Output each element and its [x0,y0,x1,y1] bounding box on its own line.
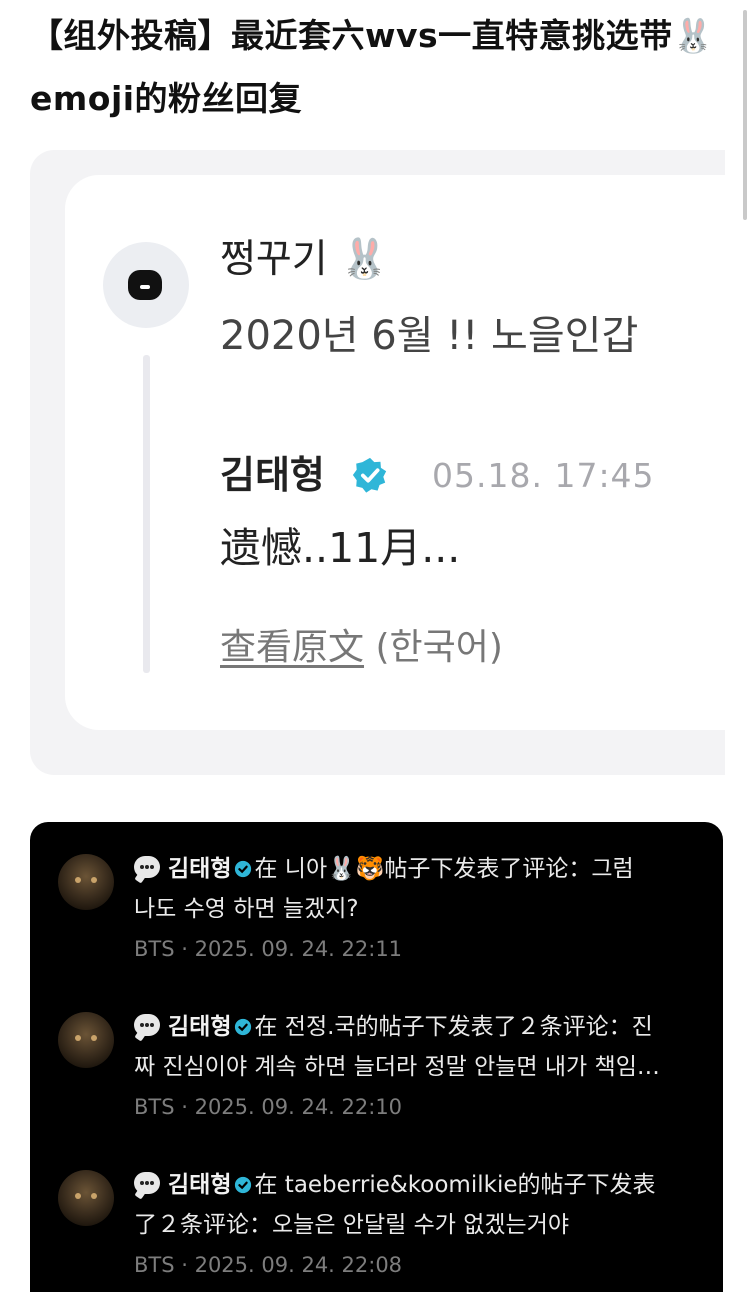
view-original-label[interactable]: 查看原文 [220,627,364,668]
speech-bubble-icon [134,856,160,878]
thread-line [143,355,150,673]
speech-bubble-icon [134,1014,160,1036]
comment-text: 나도 수영 하면 늘겠지? [134,896,359,922]
comment-meta: BTS · 2025. 09. 24. 22:11 [134,937,403,961]
list-item[interactable]: 김태형 在 taeberrie&koomilkie的帖子下发表 了２条评论：오늘은… [30,1138,723,1298]
comment-summary: 在 니아🐰🐯帖子下发表了评论：그럼 [254,856,634,882]
avatar[interactable] [58,1012,114,1068]
avatar[interactable] [58,1170,114,1226]
comment-meta: BTS · 2025. 09. 24. 22:08 [134,1253,403,1277]
article-headline: 【组外投稿】最近套六wvs一直特意挑选带🐰emoji的粉丝回复 [30,16,715,118]
scrollbar[interactable] [743,10,747,220]
verified-badge-icon [235,860,252,878]
view-original-link[interactable]: 查看原文 (한국어) [220,620,503,676]
reply-text: 遗憾..11月... [220,524,461,572]
comment-author-name[interactable]: 김태형 [168,856,231,882]
comment-text: 짜 진심이야 계속 하면 늘더라 정말 안늘면 내가 책임… [134,1054,660,1080]
comment-summary: 在 taeberrie&koomilkie的帖子下发表 [254,1172,656,1198]
chat-bubble-icon [128,270,162,300]
comment-author-name[interactable]: 김태형 [168,1014,231,1040]
comment-summary: 在 전정.국的帖子下发表了２条评论：진 [254,1014,653,1040]
post-text: 2020년 6월 !! 노을인갑 [220,313,639,359]
speech-bubble-icon [134,1172,160,1194]
verified-badge-icon [352,457,387,493]
list-item[interactable]: 김태형 在 전정.국的帖子下发表了２条评论：진 짜 진심이야 계속 하면 늘더라 … [30,980,723,1140]
post-author[interactable]: 쩡꾸기 🐰 [220,232,389,288]
list-item[interactable]: 김태형 在 니아🐰🐯帖子下发表了评论：그럼 나도 수영 하면 늘겠지? BTS ·… [30,822,723,982]
comment-meta: BTS · 2025. 09. 24. 22:10 [134,1095,403,1119]
verified-badge-icon [235,1018,252,1036]
comment-notification-list: 김태형 在 니아🐰🐯帖子下发表了评论：그럼 나도 수영 하면 늘겠지? BTS ·… [30,822,723,1292]
comment-author-name[interactable]: 김태형 [168,1172,231,1198]
comment-text: 了２条评论：오늘은 안달릴 수가 없겠는거야 [134,1212,570,1238]
avatar[interactable] [58,854,114,910]
reply-author-name[interactable]: 김태형 [220,447,325,503]
original-language: (한국어) [375,627,503,668]
verified-badge-icon [235,1176,252,1194]
reply-timestamp: 05.18. 17:45 [432,456,655,495]
